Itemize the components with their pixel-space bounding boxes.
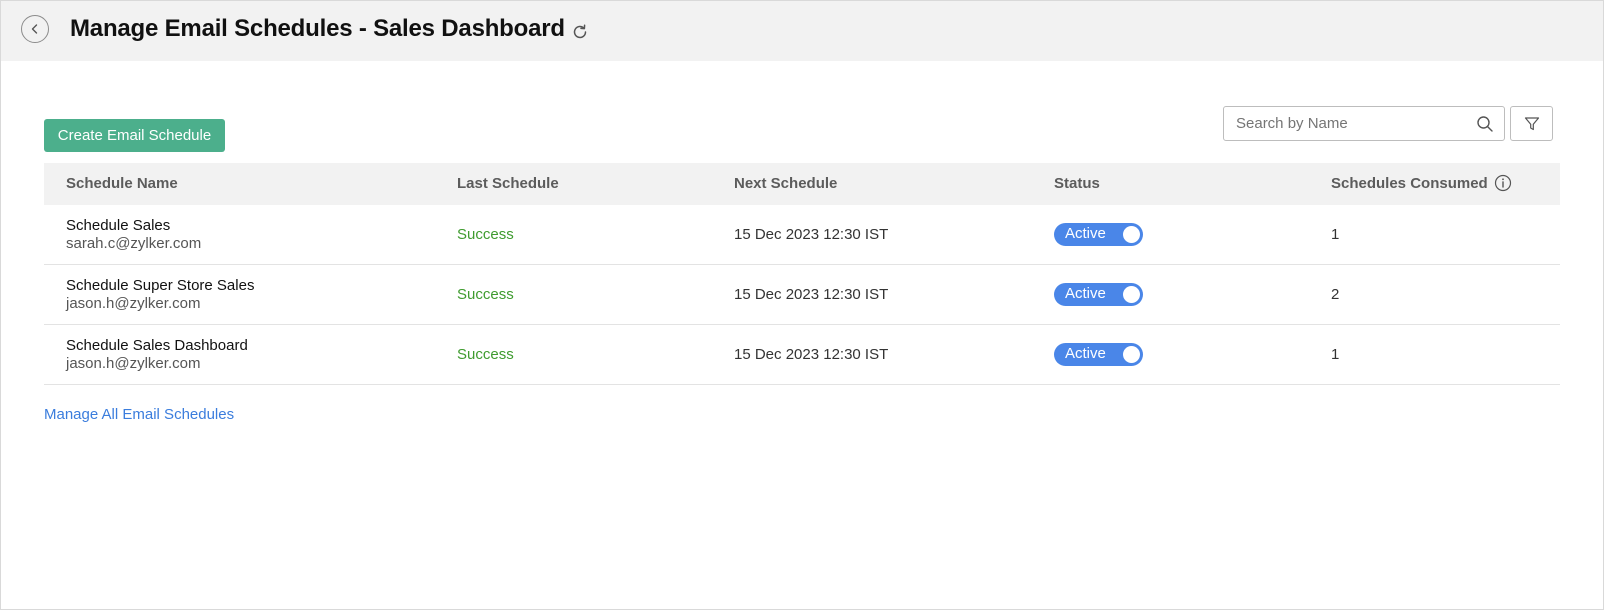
last-schedule-status: Success	[457, 286, 514, 303]
schedule-name[interactable]: Schedule Sales	[66, 217, 170, 234]
status-toggle[interactable]: Active	[1054, 283, 1143, 306]
schedules-consumed-count: 2	[1331, 286, 1340, 303]
toggle-knob	[1123, 226, 1140, 243]
status-toggle[interactable]: Active	[1054, 223, 1143, 246]
refresh-icon[interactable]	[570, 22, 590, 42]
schedules-table: Schedule Name Last Schedule Next Schedul…	[44, 163, 1560, 385]
column-header-next-schedule[interactable]: Next Schedule	[734, 163, 837, 205]
filter-button[interactable]	[1510, 106, 1553, 141]
next-schedule-time: 15 Dec 2023 12:30 IST	[734, 346, 889, 363]
status-toggle-label: Active	[1065, 345, 1106, 362]
chevron-left-icon	[31, 24, 38, 34]
status-toggle[interactable]: Active	[1054, 343, 1143, 366]
toggle-knob	[1123, 346, 1140, 363]
search-icon[interactable]	[1476, 115, 1494, 133]
info-icon[interactable]	[1494, 174, 1512, 192]
schedule-owner-email: sarah.c@zylker.com	[66, 235, 202, 252]
page-title: Manage Email Schedules - Sales Dashboard	[70, 15, 565, 42]
search-box	[1223, 106, 1505, 141]
create-email-schedule-button[interactable]: Create Email Schedule	[44, 119, 225, 152]
schedule-name[interactable]: Schedule Super Store Sales	[66, 277, 254, 294]
column-header-status[interactable]: Status	[1054, 163, 1100, 205]
column-header-last-schedule[interactable]: Last Schedule	[457, 163, 559, 205]
manage-all-email-schedules-link[interactable]: Manage All Email Schedules	[44, 406, 234, 423]
column-header-schedule-name[interactable]: Schedule Name	[66, 163, 178, 205]
status-toggle-label: Active	[1065, 225, 1106, 242]
column-header-schedules-consumed-label[interactable]: Schedules Consumed	[1331, 175, 1488, 192]
back-button[interactable]	[21, 15, 49, 43]
table-row[interactable]: Schedule Sales sarah.c@zylker.com Succes…	[44, 205, 1560, 265]
status-toggle-label: Active	[1065, 285, 1106, 302]
table-row[interactable]: Schedule Sales Dashboard jason.h@zylker.…	[44, 325, 1560, 385]
email-schedules-panel: Manage Email Schedules - Sales Dashboard…	[0, 0, 1604, 610]
table-header: Schedule Name Last Schedule Next Schedul…	[44, 163, 1560, 205]
schedule-name[interactable]: Schedule Sales Dashboard	[66, 337, 248, 354]
table-row[interactable]: Schedule Super Store Sales jason.h@zylke…	[44, 265, 1560, 325]
next-schedule-time: 15 Dec 2023 12:30 IST	[734, 286, 889, 303]
next-schedule-time: 15 Dec 2023 12:30 IST	[734, 226, 889, 243]
last-schedule-status: Success	[457, 226, 514, 243]
schedules-consumed-count: 1	[1331, 346, 1340, 363]
filter-icon	[1524, 116, 1539, 130]
column-header-schedules-consumed: Schedules Consumed	[1331, 163, 1512, 205]
page-header: Manage Email Schedules - Sales Dashboard	[1, 1, 1603, 61]
search-input[interactable]	[1236, 107, 1466, 140]
toggle-knob	[1123, 286, 1140, 303]
schedule-owner-email: jason.h@zylker.com	[66, 355, 201, 372]
schedules-consumed-count: 1	[1331, 226, 1340, 243]
last-schedule-status: Success	[457, 346, 514, 363]
schedule-owner-email: jason.h@zylker.com	[66, 295, 201, 312]
